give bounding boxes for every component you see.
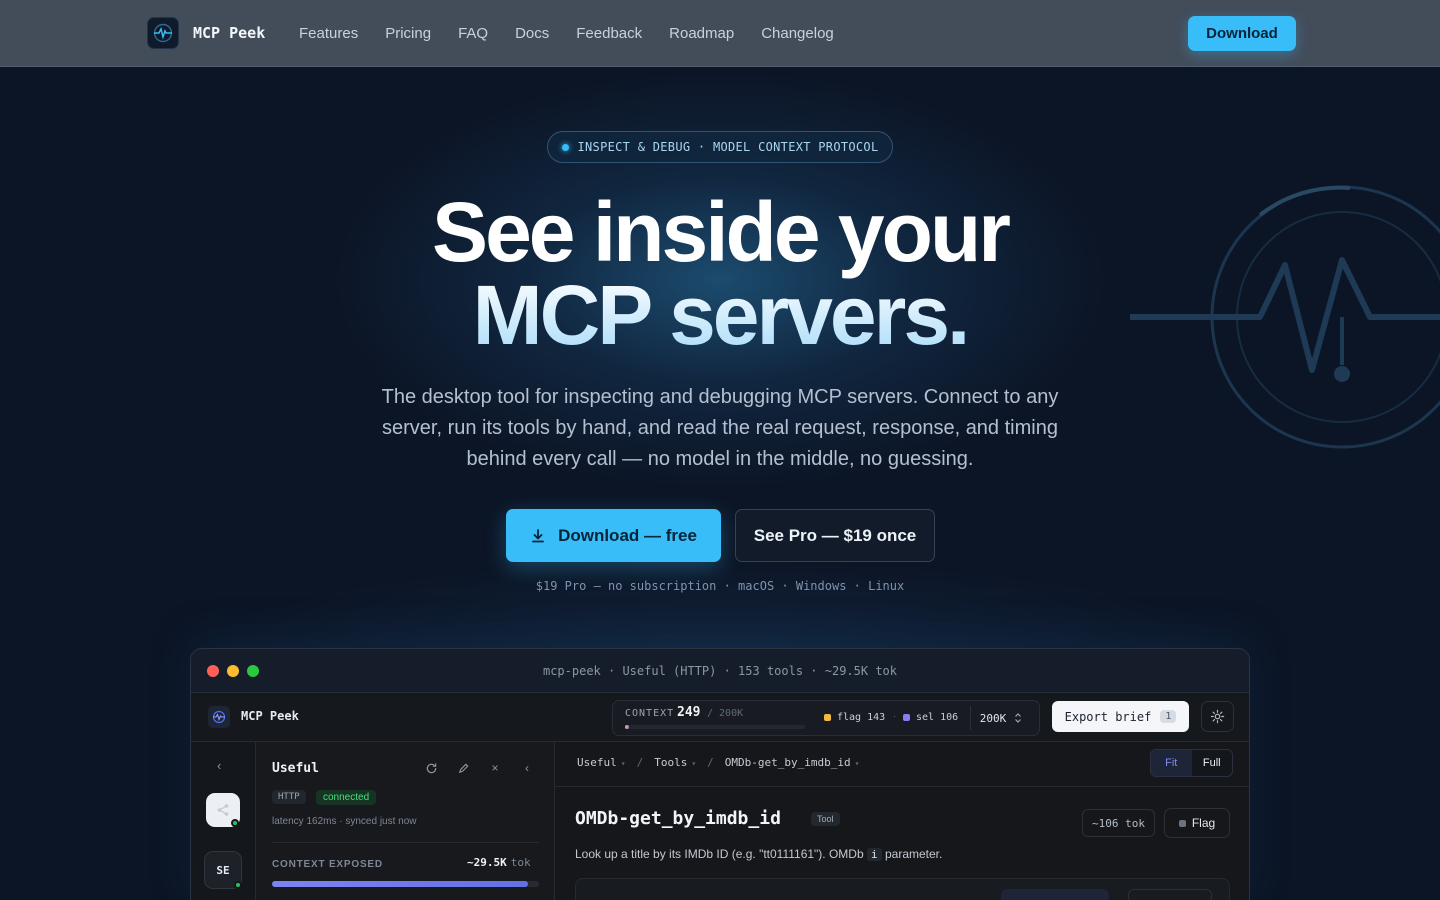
tool-name: OMDb-get_by_imdb_id bbox=[575, 808, 781, 829]
breadcrumb-separator: / bbox=[707, 756, 714, 769]
flag-swatch-icon bbox=[824, 714, 831, 721]
close-icon[interactable]: × bbox=[487, 760, 503, 776]
hero-subtitle: The desktop tool for inspecting and debu… bbox=[381, 386, 1059, 470]
settings-button[interactable] bbox=[1201, 701, 1234, 732]
flag-button-label: Flag bbox=[1191, 816, 1216, 830]
download-free-button[interactable]: Download — free bbox=[506, 509, 721, 562]
see-pro-button[interactable]: See Pro — $19 once bbox=[735, 509, 935, 562]
nav-link-faq[interactable]: FAQ bbox=[458, 25, 488, 42]
chevron-up-down-icon bbox=[1015, 713, 1022, 723]
tool-description: Look up a title by its IMDb ID (e.g. "tt… bbox=[575, 847, 943, 861]
view-full-button[interactable]: Full bbox=[1191, 750, 1232, 776]
app-toolbar: MCP Peek CONTEXT 249 / 200K flag 143 · s… bbox=[191, 693, 1249, 742]
server-meta: latency 162ms · synced just now bbox=[272, 816, 417, 827]
card-tab[interactable] bbox=[1001, 889, 1109, 900]
export-brief-count: 1 bbox=[1160, 710, 1177, 723]
hero-title-line2: MCP servers. bbox=[320, 273, 1120, 357]
app-logo-icon bbox=[208, 706, 230, 728]
maximize-window-button[interactable] bbox=[247, 665, 259, 677]
hero-fine-print: $19 Pro — no subscription · macOS · Wind… bbox=[535, 579, 905, 593]
flag-count: flag 143 bbox=[824, 712, 885, 723]
app-name: MCP Peek bbox=[241, 709, 299, 723]
selected-swatch-icon bbox=[903, 714, 910, 721]
hero-title-line1: See inside your bbox=[432, 185, 1011, 279]
context-exposed-value: ~29.5K tok bbox=[467, 856, 531, 869]
chevron-left-icon[interactable]: ‹ bbox=[519, 760, 535, 776]
hero-eyebrow-pill: INSPECT & DEBUG · MODEL CONTEXT PROTOCOL bbox=[547, 131, 893, 163]
nav-link-roadmap[interactable]: Roadmap bbox=[669, 25, 734, 42]
app-window: mcp-peek · Useful (HTTP) · 153 tools · ~… bbox=[190, 648, 1250, 900]
top-nav: MCP Peek Features Pricing FAQ Docs Feedb… bbox=[0, 0, 1440, 67]
context-progress-fill bbox=[625, 725, 629, 729]
server-online-dot bbox=[234, 881, 242, 889]
transport-badge: HTTP bbox=[272, 790, 306, 804]
window-titlebar: mcp-peek · Useful (HTTP) · 153 tools · ~… bbox=[191, 649, 1249, 693]
flag-icon bbox=[1178, 819, 1186, 827]
server-name: Useful bbox=[272, 761, 319, 776]
export-brief-button[interactable]: Export brief 1 bbox=[1052, 701, 1189, 732]
nav-link-features[interactable]: Features bbox=[299, 25, 358, 42]
context-exposed-unit: tok bbox=[510, 856, 531, 869]
window-title: mcp-peek · Useful (HTTP) · 153 tools · ~… bbox=[542, 663, 897, 678]
selected-count: sel 106 bbox=[903, 712, 958, 723]
export-brief-label: Export brief bbox=[1064, 709, 1152, 724]
status-badge: connected bbox=[316, 790, 377, 805]
card-tab[interactable] bbox=[1128, 889, 1212, 900]
context-separator: · bbox=[893, 711, 897, 722]
edit-icon[interactable] bbox=[455, 760, 471, 776]
breadcrumb-tools[interactable]: Tools ▾ bbox=[654, 756, 696, 769]
context-exposed-number: ~29.5K bbox=[467, 856, 507, 869]
tool-token-count: ~106 tok bbox=[1082, 809, 1155, 837]
tool-detail: Useful ▾ / Tools ▾ / OMDb-get_by_imdb_id ▾ … bbox=[555, 742, 1249, 900]
context-limit-value: 200K bbox=[979, 711, 1007, 725]
nav-link-docs[interactable]: Docs bbox=[515, 25, 549, 42]
context-label: CONTEXT bbox=[625, 708, 675, 719]
pulse-ring-decoration-icon bbox=[1130, 185, 1440, 449]
view-fit-button[interactable]: Fit bbox=[1151, 750, 1192, 776]
tool-type-badge: Tool bbox=[811, 812, 840, 826]
collapse-rail-icon[interactable]: ‹ bbox=[217, 758, 221, 773]
context-exposed-label: CONTEXT EXPOSED bbox=[272, 859, 383, 870]
context-progress-bar bbox=[625, 725, 805, 729]
refresh-icon[interactable] bbox=[423, 760, 439, 776]
divider bbox=[272, 842, 539, 843]
flag-button[interactable]: Flag bbox=[1164, 808, 1230, 838]
view-toggle: Fit Full bbox=[1150, 749, 1233, 777]
context-limit-select[interactable]: 200K bbox=[970, 706, 1032, 730]
context-exposed-fill bbox=[272, 881, 529, 887]
server-actions: × ‹ bbox=[423, 760, 535, 776]
nav-link-feedback[interactable]: Feedback bbox=[576, 25, 642, 42]
context-exposed-bar bbox=[272, 881, 539, 887]
breadcrumb-server[interactable]: Useful ▾ bbox=[577, 756, 626, 769]
nav-links: Features Pricing FAQ Docs Feedback Roadm… bbox=[299, 0, 861, 67]
context-value: 249 bbox=[677, 705, 701, 720]
nav-link-changelog[interactable]: Changelog bbox=[761, 25, 834, 42]
share-node-icon bbox=[217, 804, 229, 816]
inline-code: i bbox=[867, 848, 882, 861]
download-icon bbox=[530, 528, 546, 544]
breadcrumb-tool[interactable]: OMDb-get_by_imdb_id ▾ bbox=[725, 756, 860, 769]
tool-params-card bbox=[575, 878, 1230, 900]
divider bbox=[555, 786, 1249, 787]
brand-name: MCP Peek bbox=[193, 24, 266, 42]
flag-count-text: flag 143 bbox=[837, 712, 886, 723]
server-online-dot bbox=[231, 819, 239, 827]
context-meter[interactable]: CONTEXT 249 / 200K flag 143 · sel 106 20… bbox=[612, 700, 1040, 736]
breadcrumb-separator: / bbox=[636, 756, 644, 769]
hero-eyebrow-text: INSPECT & DEBUG · MODEL CONTEXT PROTOCOL bbox=[577, 140, 879, 154]
close-window-button[interactable] bbox=[207, 665, 219, 677]
minimize-window-button[interactable] bbox=[227, 665, 239, 677]
download-free-label: Download — free bbox=[558, 525, 697, 545]
breadcrumb: Useful ▾ / Tools ▾ / OMDb-get_by_imdb_id ▾ bbox=[577, 756, 859, 769]
context-max: / 200K bbox=[707, 708, 744, 719]
server-rail: ‹ SE bbox=[191, 742, 256, 900]
gear-icon bbox=[1210, 709, 1225, 724]
nav-download-button[interactable]: Download bbox=[1188, 16, 1296, 51]
selected-count-text: sel 106 bbox=[916, 712, 959, 723]
pulse-logo-icon bbox=[147, 17, 179, 49]
server-panel: Useful × ‹ HTTP connected latency 162ms … bbox=[256, 742, 555, 900]
nav-link-pricing[interactable]: Pricing bbox=[385, 25, 431, 42]
brand[interactable]: MCP Peek bbox=[147, 17, 265, 49]
status-dot-icon bbox=[561, 143, 569, 151]
